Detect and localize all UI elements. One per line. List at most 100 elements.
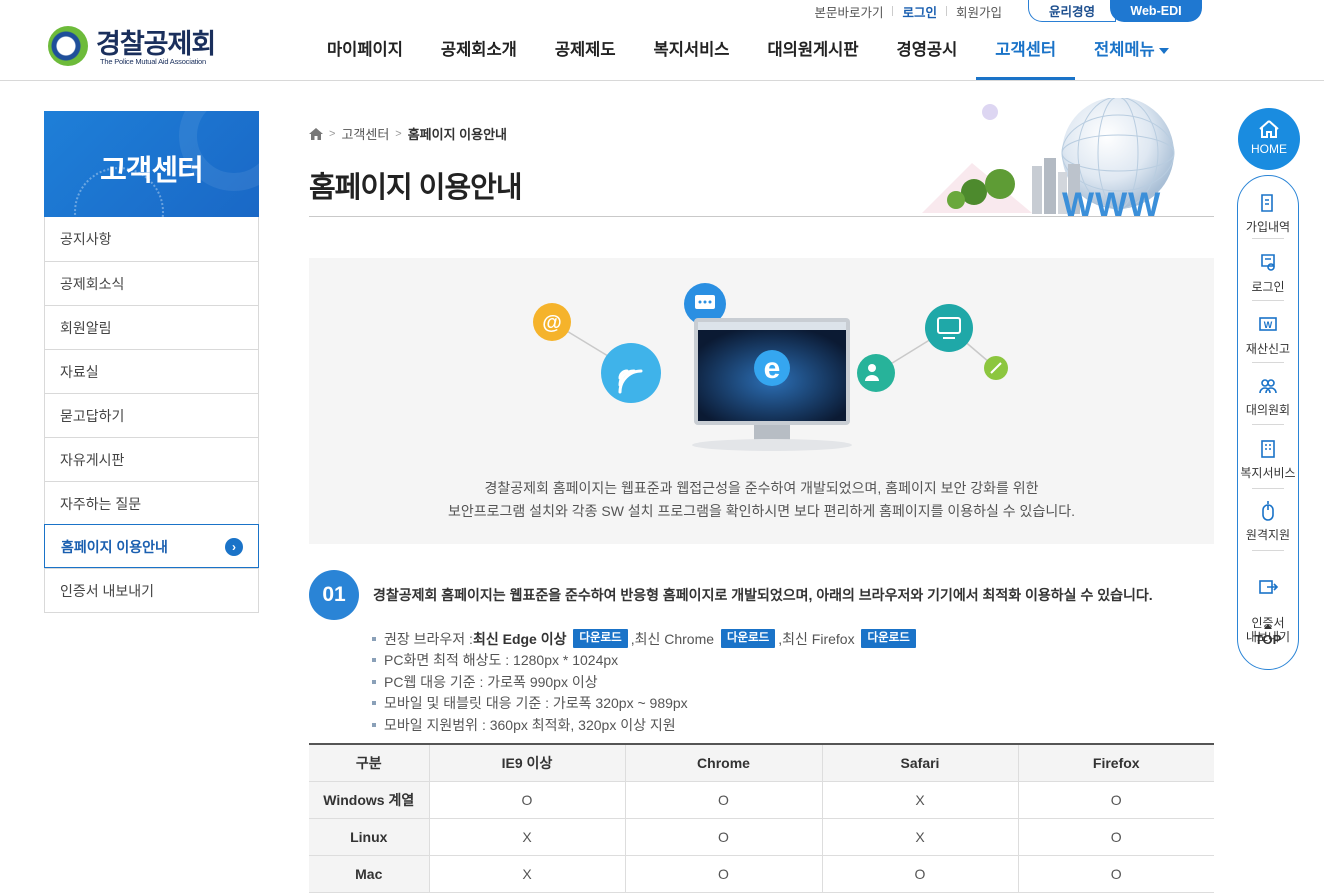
page-title: 홈페이지 이용안내: [309, 172, 522, 204]
gnb-item-welfare[interactable]: 복지서비스: [635, 36, 749, 80]
gnb-item-mypage[interactable]: 마이페이지: [308, 36, 422, 80]
table-cell: O: [1017, 855, 1214, 893]
divider: [892, 6, 894, 16]
svg-text:e: e: [764, 352, 781, 385]
step-description: 경찰공제회 홈페이지는 웹표준을 준수하여 반응형 홈페이지로 개발되었으며, …: [373, 587, 1153, 603]
svg-text:W: W: [1264, 320, 1273, 330]
table-cell: Mac: [309, 855, 429, 893]
certificate-icon: [1261, 254, 1275, 271]
top-label: TOP: [1254, 632, 1282, 647]
quick-item-subscription[interactable]: 가입내역: [1238, 192, 1298, 235]
divider: [1252, 488, 1284, 489]
table-header: Chrome: [624, 744, 822, 782]
lnb-item-site-guide[interactable]: 홈페이지 이용안내 ›: [44, 524, 259, 568]
quick-item-label: 로그인: [1251, 280, 1285, 294]
quick-item-label: 가입내역: [1245, 220, 1291, 234]
skip-to-content-link[interactable]: 본문바로가기: [814, 2, 883, 21]
web-edi-tab[interactable]: Web-EDI: [1110, 0, 1202, 22]
lnb-item-faq[interactable]: 자주하는 질문: [45, 481, 258, 525]
lnb-menu: 공지사항 공제회소식 회원알림 자료실 묻고답하기 자유게시판 자주하는 질문 …: [44, 217, 259, 613]
divider: [945, 6, 947, 16]
quick-item-welfare[interactable]: 복지서비스: [1238, 438, 1298, 481]
logo-emblem-icon: [48, 26, 88, 66]
spec-browser-prefix: 권장 브라우저 :: [384, 630, 473, 647]
caret-down-icon: [1158, 48, 1169, 54]
logo-subtext: The Police Mutual Aid Association: [100, 57, 206, 66]
table-header: Safari: [821, 744, 1018, 782]
spec-item: PC웹 대응 기준 : 가로폭 990px 이상: [372, 671, 919, 693]
join-link[interactable]: 회원가입: [956, 2, 1002, 21]
chevron-right-icon: ›: [225, 538, 243, 556]
won-bill-icon: W: [1259, 317, 1277, 331]
gnb-item-delegate-board[interactable]: 대의원게시판: [748, 36, 877, 80]
chevron-right-icon: >: [395, 127, 402, 140]
gnb-item-about[interactable]: 공제회소개: [422, 36, 536, 80]
arrow-up-icon: [1264, 624, 1272, 629]
ethics-tab[interactable]: 윤리경영: [1028, 0, 1116, 22]
lnb-item-news[interactable]: 공제회소식: [45, 261, 258, 305]
divider: [1252, 300, 1284, 301]
header: 본문바로가기 로그인 회원가입 윤리경영 Web-EDI 경찰공제회 The P…: [0, 0, 1324, 81]
edge-label: 최신 Edge 이상: [472, 630, 567, 647]
home-label: HOME: [1251, 142, 1287, 156]
globe-www-illustration: WWW: [922, 98, 1175, 218]
spec-item: PC화면 최적 해상도 : 1280px * 1024px: [372, 650, 919, 672]
utility-links: 본문바로가기 로그인 회원가입: [814, 0, 1002, 22]
building-icon: [1261, 440, 1275, 458]
web-standards-illustration: @ e: [533, 283, 1008, 451]
spec-item: 모바일 지원범위 : 360px 최적화, 320px 이상 지원: [372, 714, 919, 736]
lnb-item-archive[interactable]: 자료실: [45, 349, 258, 393]
document-edit-icon: [1261, 194, 1273, 212]
firefox-label: 최신 Firefox: [782, 630, 855, 647]
gnb-item-customer-center[interactable]: 고객센터: [976, 36, 1075, 80]
chrome-download-button[interactable]: 다운로드: [720, 629, 776, 649]
edge-download-button[interactable]: 다운로드: [573, 629, 628, 649]
table-cell: O: [1017, 818, 1214, 856]
lnb-header: 고객센터: [44, 111, 259, 217]
lnb-item-free-board[interactable]: 자유게시판: [45, 437, 258, 481]
all-menu-button[interactable]: 전체메뉴: [1075, 36, 1188, 80]
lnb-item-cert-export[interactable]: 인증서 내보내기: [45, 568, 258, 612]
table-cell: X: [428, 818, 625, 856]
step-number-badge: 01: [309, 570, 359, 620]
table-cell: O: [624, 855, 822, 893]
breadcrumb-current: 홈페이지 이용안내: [407, 127, 508, 142]
home-icon[interactable]: [309, 127, 323, 140]
gnb-item-system[interactable]: 공제제도: [536, 36, 635, 80]
quick-menu: 가입내역 로그인 W 재산신고 대의원회 복지서비스 원격지원 인증서 내보내기…: [1237, 175, 1299, 670]
people-icon: [1259, 379, 1277, 394]
chevron-right-icon: >: [329, 127, 336, 140]
lnb-item-member-alert[interactable]: 회원알림: [45, 305, 258, 349]
table-header: Firefox: [1017, 744, 1214, 782]
site-logo[interactable]: 경찰공제회 The Police Mutual Aid Association: [48, 22, 228, 70]
table-cell: O: [1017, 781, 1214, 819]
login-link[interactable]: 로그인: [902, 2, 937, 21]
lnb-item-label: 홈페이지 이용안내: [61, 539, 168, 555]
table-header: IE9 이상: [428, 744, 625, 782]
back-to-top-button[interactable]: TOP: [1238, 624, 1298, 647]
quick-item-login[interactable]: 로그인: [1238, 252, 1298, 295]
svg-text:@: @: [542, 312, 562, 334]
quick-home-button[interactable]: HOME: [1238, 108, 1300, 170]
quick-item-label: 재산신고: [1245, 342, 1291, 356]
table-header-row: 구분 IE9 이상 Chrome Safari Firefox: [309, 744, 1214, 782]
table-cell: X: [428, 855, 625, 893]
quick-item-delegates[interactable]: 대의원회: [1238, 375, 1298, 418]
table-cell: Linux: [309, 818, 429, 856]
breadcrumb-level1[interactable]: 고객센터: [341, 124, 389, 143]
intro-line-2: 보안프로그램 설치와 각종 SW 설치 프로그램을 확인하시면 보다 편리하게 …: [448, 503, 1075, 519]
chrome-label: 최신 Chrome: [634, 630, 715, 647]
title-divider: [309, 216, 1214, 217]
lnb-item-notice[interactable]: 공지사항: [45, 217, 258, 261]
gnb-item-disclosure[interactable]: 경영공시: [878, 36, 977, 80]
table-cell: O: [428, 781, 625, 819]
global-nav: 마이페이지 공제회소개 공제제도 복지서비스 대의원게시판 경영공시 고객센터 …: [308, 36, 1188, 80]
table-row: Mac X O O O: [309, 855, 1214, 893]
divider: [1252, 362, 1284, 363]
quick-item-asset-report[interactable]: W 재산신고: [1238, 314, 1298, 357]
quick-item-remote-support[interactable]: 원격지원: [1238, 500, 1298, 543]
table-row: Linux X O X O: [309, 818, 1214, 856]
lnb-item-qna[interactable]: 묻고답하기: [45, 393, 258, 437]
breadcrumb: > 고객센터 > 홈페이지 이용안내: [309, 124, 507, 143]
firefox-download-button[interactable]: 다운로드: [861, 629, 916, 649]
